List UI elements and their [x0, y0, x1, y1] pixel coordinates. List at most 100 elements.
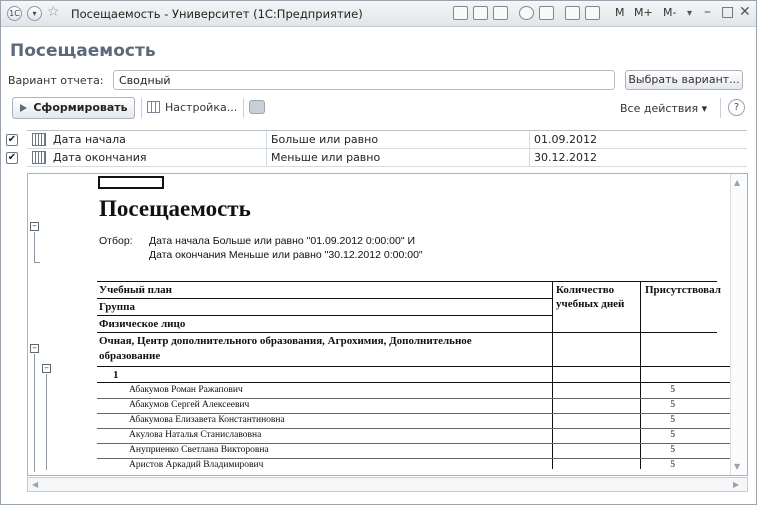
person-name: Абакумов Роман Ражапович: [129, 385, 243, 395]
filter-row[interactable]: ✔ Дата начала Больше или равно 01.09.201…: [6, 131, 747, 149]
report-filter-line: Дата начала Больше или равно "01.09.2012…: [149, 235, 416, 247]
calculator-icon[interactable]: [565, 6, 580, 20]
filter-value[interactable]: 30.12.2012: [530, 149, 747, 167]
report-document[interactable]: – – – Посещаемость Отбор: Дата начала Бо…: [27, 173, 748, 476]
days-count: 5: [670, 400, 675, 410]
settings-label: Настройка...: [165, 101, 238, 114]
scroll-left-icon[interactable]: ◀: [32, 480, 38, 489]
scroll-right-icon[interactable]: ▶: [733, 480, 739, 489]
table-row[interactable]: Ануприенко Светлана Викторовна 5 5: [97, 443, 747, 458]
column-header: учебных дней: [556, 298, 625, 310]
column-header: Физическое лицо: [99, 318, 186, 330]
favorite-star-icon[interactable]: ☆: [47, 4, 60, 20]
person-name: Абакумова Елизавета Константиновна: [129, 415, 285, 425]
vertical-scrollbar[interactable]: ▲ ▼: [730, 174, 747, 475]
collapse-toggle[interactable]: –: [30, 344, 39, 353]
filter-field[interactable]: Дата начала: [27, 131, 267, 149]
tree-line: [46, 374, 47, 470]
column-header: Группа: [99, 301, 135, 313]
generate-label: Сформировать: [33, 101, 128, 114]
filter-value[interactable]: 01.09.2012: [530, 131, 747, 149]
toolbar: Сформировать Настройка... Все действия ▾…: [12, 97, 747, 121]
table-row[interactable]: Абакумов Роман Ражапович 5 4: [97, 383, 747, 398]
memory-minus-button[interactable]: M-: [663, 6, 676, 19]
table-row[interactable]: Акулова Наталья Станиславовна 5 5: [97, 428, 747, 443]
toolbar-separator: [141, 98, 142, 118]
scroll-up-icon[interactable]: ▲: [734, 178, 740, 187]
toolbar-separator: [243, 98, 244, 118]
filter-row[interactable]: ✔ Дата окончания Меньше или равно 30.12.…: [6, 149, 747, 167]
memory-plus-button[interactable]: M+: [634, 6, 653, 19]
collapse-toggle[interactable]: –: [42, 364, 51, 373]
print-icon[interactable]: [249, 100, 265, 114]
report-content: Посещаемость Отбор: Дата начала Больше и…: [71, 174, 744, 475]
person-name: Аристов Аркадий Владимирович: [129, 460, 264, 470]
horizontal-scrollbar[interactable]: ◀ ▶: [27, 477, 748, 492]
bookmark-icon[interactable]: [539, 6, 554, 20]
close-icon[interactable]: ✕: [739, 4, 751, 20]
window-title: Посещаемость - Университет (1С:Предприят…: [71, 7, 363, 21]
filter-checkbox[interactable]: ✔: [6, 134, 18, 146]
person-name: Абакумов Сергей Алексеевич: [129, 400, 250, 410]
days-count: 5: [670, 445, 675, 455]
person-name: Акулова Наталья Станиславовна: [129, 430, 262, 440]
table-row[interactable]: Абакумов Сергей Алексеевич 5 5: [97, 398, 747, 413]
table-row[interactable]: Абакумова Елизавета Константиновна 5 4: [97, 413, 747, 428]
favorites-icon[interactable]: [519, 6, 534, 20]
dropdown-arrow-icon[interactable]: ▾: [27, 6, 42, 21]
filter-checkbox[interactable]: ✔: [6, 152, 18, 164]
tree-line: [34, 354, 35, 472]
days-count: 5: [670, 385, 675, 395]
grid-line: [97, 366, 743, 367]
maximize-icon[interactable]: □: [721, 4, 734, 20]
report-title: Посещаемость: [99, 196, 251, 221]
column-header: Учебный план: [99, 284, 173, 296]
save-icon[interactable]: [453, 6, 468, 20]
form-title: Посещаемость: [10, 41, 156, 61]
column-header: Присутствовал: [645, 284, 721, 296]
grid-line: [97, 281, 717, 282]
report-logo-frame: [98, 176, 164, 189]
days-count: 5: [670, 460, 675, 470]
calendar-field-icon: [32, 133, 46, 146]
collapse-toggle[interactable]: –: [30, 222, 39, 231]
app-menu-icon[interactable]: 1C: [7, 6, 22, 21]
select-variant-button[interactable]: Выбрать вариант...: [625, 70, 743, 90]
filter-table: ✔ Дата начала Больше или равно 01.09.201…: [6, 130, 747, 167]
filter-condition[interactable]: Больше или равно: [267, 131, 530, 149]
table-row[interactable]: Аристов Аркадий Владимирович 5 4: [97, 458, 747, 473]
filter-field[interactable]: Дата окончания: [27, 149, 267, 167]
chevron-down-icon: ▾: [701, 102, 708, 115]
calendar-icon[interactable]: [585, 6, 600, 20]
filter-condition[interactable]: Меньше или равно: [267, 149, 530, 167]
group-row: образование: [99, 350, 161, 362]
help-icon[interactable]: ?: [728, 99, 745, 116]
days-count: 5: [670, 430, 675, 440]
app-window: 1C ▾ ☆ Посещаемость - Университет (1С:Пр…: [0, 0, 757, 505]
filter-field-label: Дата окончания: [53, 151, 147, 164]
settings-icon: [147, 101, 160, 113]
filter-field-label: Дата начала: [53, 133, 126, 146]
generate-button[interactable]: Сформировать: [12, 97, 135, 119]
tree-line: [34, 262, 40, 263]
print-icon[interactable]: [473, 6, 488, 20]
memory-button[interactable]: M: [615, 6, 625, 19]
report-filter-label: Отбор:: [99, 235, 133, 247]
window-menu-icon[interactable]: ▾: [687, 8, 692, 19]
settings-button[interactable]: Настройка...: [147, 101, 237, 114]
person-name: Ануприенко Светлана Викторовна: [129, 445, 269, 455]
preview-icon[interactable]: [493, 6, 508, 20]
all-actions-menu[interactable]: Все действия ▾: [620, 102, 707, 115]
report-filter-line: Дата окончания Меньше или равно "30.12.2…: [149, 249, 423, 261]
minimize-icon[interactable]: –: [704, 4, 711, 20]
scroll-down-icon[interactable]: ▼: [734, 462, 740, 471]
variant-field[interactable]: Сводный: [113, 70, 615, 90]
variant-label: Вариант отчета:: [8, 74, 104, 87]
days-count: 5: [670, 415, 675, 425]
title-bar: 1C ▾ ☆ Посещаемость - Университет (1С:Пр…: [1, 1, 756, 27]
all-actions-label: Все действия: [620, 102, 699, 115]
toolbar-separator: [720, 98, 721, 118]
play-icon: [20, 104, 27, 112]
calendar-field-icon: [32, 151, 46, 164]
tree-line: [34, 232, 35, 262]
